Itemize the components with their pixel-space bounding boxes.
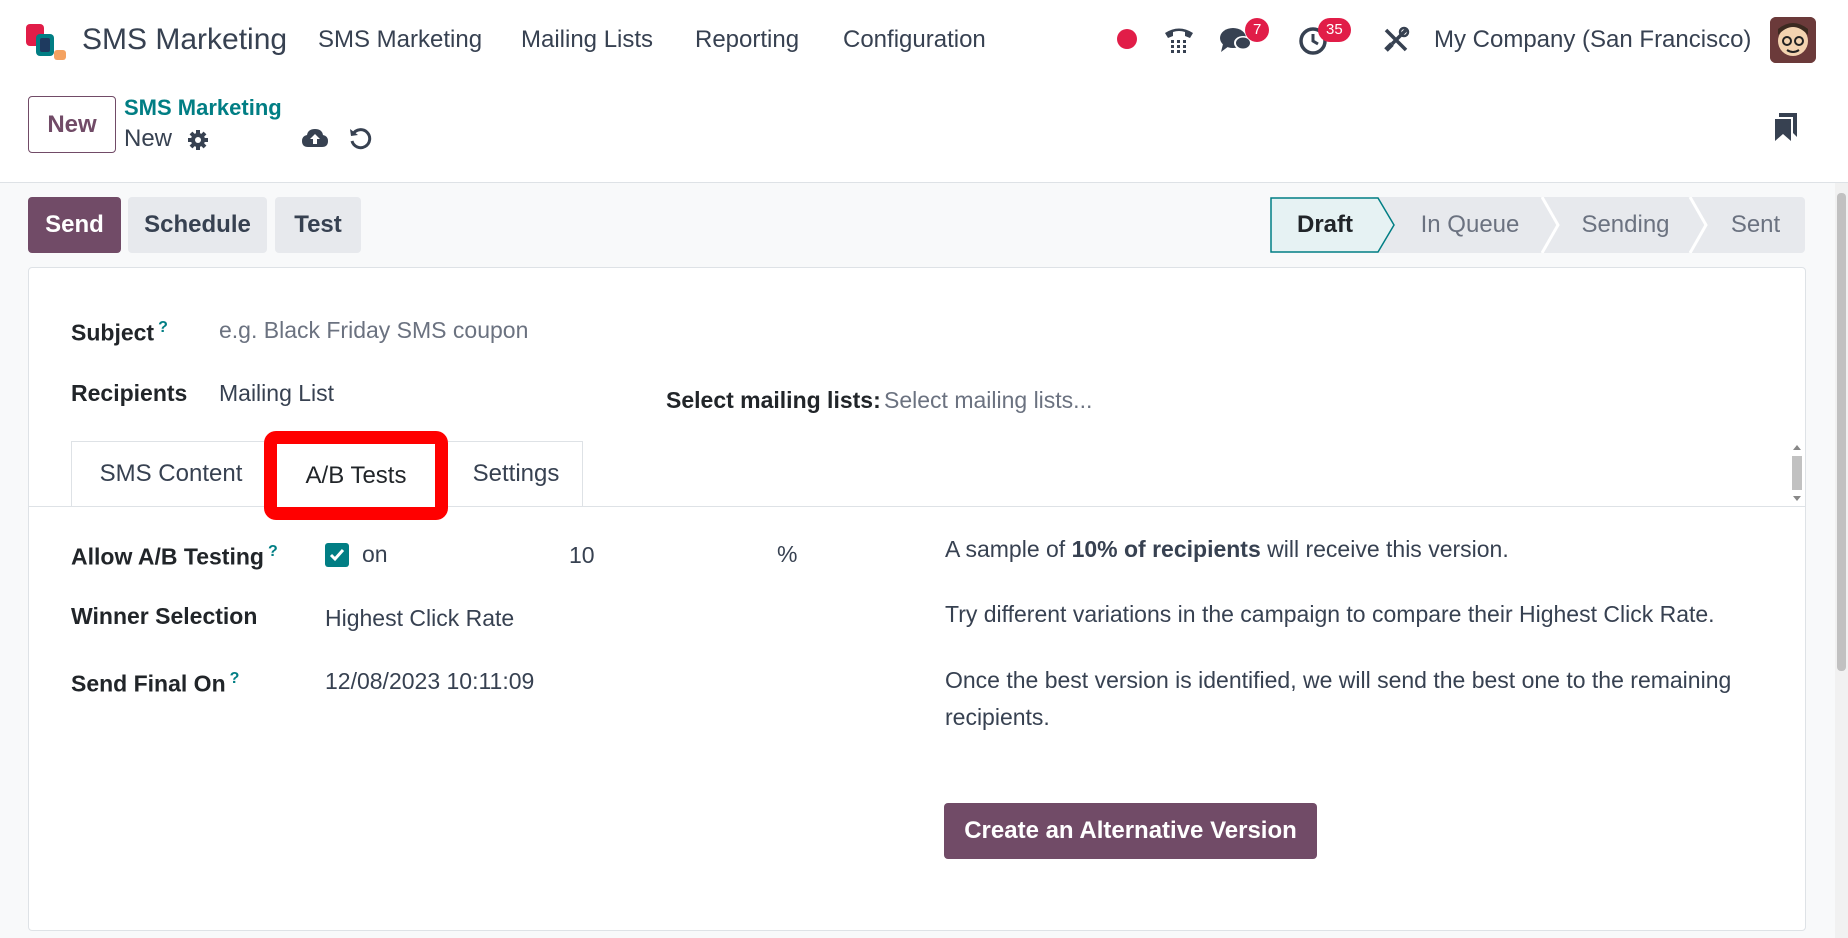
- percent-sign: %: [777, 541, 798, 567]
- send-final-on-label: Send Final On?: [71, 670, 240, 697]
- stage-sent[interactable]: Sent: [1706, 197, 1805, 253]
- send-final-on-input[interactable]: 12/08/2023 10:11:09: [325, 666, 534, 696]
- ab-variations-description: Try different variations in the campaign…: [945, 601, 1715, 627]
- schedule-button[interactable]: Schedule: [128, 197, 267, 253]
- allow-ab-value: on: [362, 541, 388, 567]
- company-switcher[interactable]: My Company (San Francisco): [1434, 24, 1751, 56]
- user-avatar[interactable]: [1770, 17, 1816, 63]
- tab-ab-tests[interactable]: A/B Tests: [264, 431, 448, 520]
- discard-changes-icon[interactable]: [347, 125, 373, 151]
- recipients-select[interactable]: Mailing List: [219, 378, 334, 408]
- subject-label: Subject?: [71, 319, 168, 346]
- create-alternative-version-button[interactable]: Create an Alternative Version: [944, 803, 1317, 859]
- help-icon: ?: [267, 543, 278, 560]
- new-record-button[interactable]: New: [28, 96, 116, 153]
- sms-marketing-logo-icon[interactable]: [26, 22, 68, 62]
- menu-configuration[interactable]: Configuration: [843, 24, 986, 56]
- allow-ab-label: Allow A/B Testing?: [71, 543, 278, 570]
- ab-sample-description: A sample of 10% of recipients will recei…: [945, 536, 1509, 562]
- tab-settings[interactable]: Settings: [449, 441, 583, 507]
- test-button[interactable]: Test: [275, 197, 361, 253]
- help-icon: ?: [229, 670, 240, 687]
- help-icon: ?: [158, 319, 168, 336]
- phone-icon[interactable]: [1161, 22, 1197, 58]
- winner-selection-select[interactable]: Highest Click Rate: [325, 603, 514, 633]
- tab-ab-tests-label: A/B Tests: [305, 461, 407, 489]
- top-navbar: SMS Marketing SMS Marketing Mailing List…: [0, 0, 1848, 80]
- page-scrollbar[interactable]: [1835, 183, 1848, 938]
- ab-percentage-input[interactable]: 10: [569, 540, 595, 570]
- mailing-lists-label: Select mailing lists:: [666, 387, 881, 413]
- debug-tools-icon[interactable]: [1380, 24, 1412, 56]
- breadcrumb-current: New: [124, 125, 173, 152]
- activities-badge: 35: [1318, 18, 1351, 42]
- recipients-label: Recipients: [71, 380, 188, 406]
- save-cloud-icon[interactable]: [300, 124, 330, 152]
- recording-indicator-icon[interactable]: [1117, 29, 1137, 49]
- status-bar: Draft In Queue Sending Sent: [1270, 197, 1805, 253]
- tabs-scrollbar[interactable]: [1790, 442, 1804, 504]
- tab-sms-content[interactable]: SMS Content: [71, 441, 271, 507]
- allow-ab-checkbox[interactable]: [325, 543, 349, 567]
- messages-badge: 7: [1245, 18, 1270, 42]
- bookmark-icon[interactable]: [1772, 110, 1800, 144]
- stage-in-queue[interactable]: In Queue: [1395, 197, 1545, 253]
- page-scrollbar-thumb[interactable]: [1837, 193, 1846, 671]
- mailing-lists-input[interactable]: Select mailing lists...: [884, 385, 1092, 415]
- send-button[interactable]: Send: [28, 197, 121, 253]
- ab-winner-description: Once the best version is identified, we …: [945, 667, 1732, 730]
- stage-draft[interactable]: Draft: [1270, 197, 1380, 253]
- gear-icon[interactable]: [186, 128, 210, 152]
- menu-reporting[interactable]: Reporting: [695, 24, 799, 56]
- form-sheet: Subject? e.g. Black Friday SMS coupon Re…: [28, 267, 1806, 931]
- app-name[interactable]: SMS Marketing: [82, 22, 287, 58]
- menu-mailing-lists[interactable]: Mailing Lists: [521, 24, 653, 56]
- subject-input[interactable]: e.g. Black Friday SMS coupon: [219, 315, 528, 345]
- stage-sending[interactable]: Sending: [1558, 197, 1693, 253]
- winner-selection-label: Winner Selection: [71, 603, 258, 629]
- check-icon: [329, 549, 345, 562]
- breadcrumb-parent-link[interactable]: SMS Marketing: [124, 94, 282, 122]
- menu-sms-marketing[interactable]: SMS Marketing: [318, 24, 482, 56]
- control-panel: New SMS Marketing New: [0, 80, 1848, 183]
